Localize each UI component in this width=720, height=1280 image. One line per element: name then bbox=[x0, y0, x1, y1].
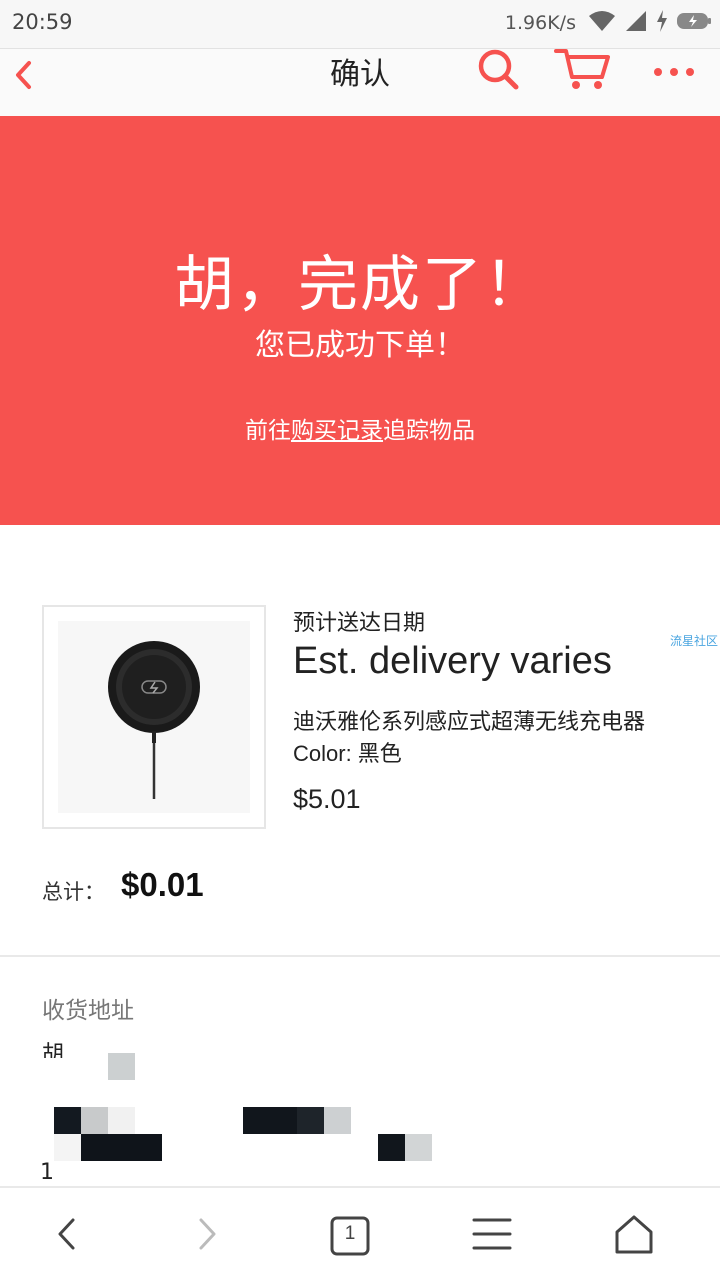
status-time: 20:59 bbox=[12, 10, 73, 34]
signal-icon bbox=[624, 10, 648, 36]
nav-back-icon bbox=[54, 1216, 78, 1256]
nav-back-button[interactable] bbox=[38, 1208, 94, 1264]
wifi-icon bbox=[588, 10, 616, 36]
success-banner: 胡，完成了！ 您已成功下单！ 前往购买记录追踪物品 bbox=[0, 116, 720, 525]
address-name: 胡 bbox=[42, 1042, 65, 1058]
status-bar: 20:59 1.96K/s bbox=[0, 0, 720, 48]
delivery-value: Est. delivery varies bbox=[293, 640, 612, 682]
status-indicators: 1.96K/s bbox=[505, 10, 712, 36]
page-title: 确认 bbox=[330, 57, 390, 92]
purchase-history-link[interactable]: 购买记录 bbox=[291, 418, 383, 444]
network-speed: 1.96K/s bbox=[504, 12, 576, 34]
tabs-button[interactable]: 1 bbox=[322, 1208, 378, 1264]
back-chevron-icon bbox=[14, 60, 32, 94]
redaction-pixel bbox=[81, 1107, 108, 1134]
redaction-pixel bbox=[378, 1134, 405, 1161]
nav-forward-icon bbox=[196, 1216, 220, 1256]
product-image[interactable] bbox=[42, 605, 266, 829]
total-label: 总计： bbox=[42, 880, 105, 904]
menu-icon bbox=[472, 1217, 512, 1255]
home-button[interactable] bbox=[606, 1208, 662, 1264]
banner-subtitle: 您已成功下单！ bbox=[255, 328, 465, 363]
charging-icon bbox=[656, 10, 668, 36]
wireless-charger-image bbox=[58, 621, 250, 813]
home-icon bbox=[614, 1214, 654, 1258]
product-price: $5.01 bbox=[293, 784, 361, 814]
address-line-fragment: 1 bbox=[40, 1160, 54, 1185]
redaction-pixel bbox=[54, 1107, 81, 1134]
cart-button[interactable] bbox=[552, 49, 612, 93]
tabs-icon: 1 bbox=[330, 1216, 370, 1256]
nav-forward-button[interactable] bbox=[180, 1208, 236, 1264]
tab-count: 1 bbox=[344, 1223, 356, 1244]
more-button[interactable] bbox=[650, 49, 698, 93]
redaction-pixel bbox=[108, 1107, 135, 1134]
redaction-pixel bbox=[324, 1107, 351, 1134]
side-tag[interactable]: 流星社区 bbox=[670, 632, 718, 649]
product-color: Color: 黑色 bbox=[293, 741, 402, 766]
banner-title: 胡，完成了！ bbox=[174, 250, 546, 320]
redaction-pixel bbox=[405, 1134, 432, 1161]
app-header: 确认 bbox=[0, 48, 720, 116]
redaction-pixel bbox=[297, 1107, 324, 1134]
address-label: 收货地址 bbox=[42, 998, 134, 1024]
cart-icon bbox=[554, 47, 610, 95]
product-name[interactable]: 迪沃雅伦系列感应式超薄无线充电器 bbox=[293, 704, 645, 736]
battery-icon bbox=[676, 11, 712, 35]
redaction-pixel bbox=[243, 1107, 297, 1134]
redaction-pixel bbox=[81, 1134, 162, 1161]
total-value: $0.01 bbox=[121, 866, 204, 903]
delivery-label: 预计送达日期 bbox=[293, 611, 426, 636]
redaction-pixel bbox=[54, 1134, 81, 1161]
link-suffix: 追踪物品 bbox=[383, 418, 475, 444]
search-icon bbox=[477, 48, 519, 94]
back-button[interactable] bbox=[8, 55, 38, 99]
purchase-history-line: 前往购买记录追踪物品 bbox=[0, 411, 720, 445]
menu-button[interactable] bbox=[464, 1208, 520, 1264]
redaction-pixel bbox=[108, 1053, 135, 1080]
more-dots-icon bbox=[653, 62, 695, 81]
section-divider bbox=[0, 955, 720, 957]
search-button[interactable] bbox=[474, 49, 522, 93]
link-prefix: 前往 bbox=[245, 418, 291, 444]
bottom-nav: 1 bbox=[0, 1186, 720, 1280]
